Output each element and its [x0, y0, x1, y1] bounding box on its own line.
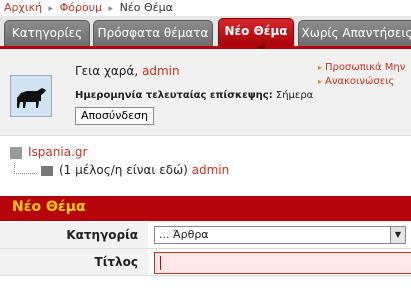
username-link[interactable]: admin	[142, 64, 180, 78]
breadcrumb: Αρχική ▸ Φόρουμ ▸ Νέο Θέμα	[4, 0, 173, 16]
category-select[interactable]: ... Άρθρα ▼	[154, 226, 406, 244]
category-row: Κατηγορία ... Άρθρα ▼	[0, 222, 411, 249]
user-panel: Γεια χαρά, admin Ημερομηνία τελευταίας ε…	[0, 49, 411, 136]
site-icon	[10, 146, 22, 159]
breadcrumb-home-link[interactable]: Αρχική	[4, 1, 42, 14]
tab-categories[interactable]: Κατηγορίες	[4, 20, 90, 46]
greeting: Γεια χαρά, admin	[75, 64, 180, 78]
title-input[interactable]	[154, 252, 411, 274]
category-selected-value: ... Άρθρα	[159, 228, 209, 241]
tab-unanswered[interactable]: Χωρίς Απαντήσεις	[298, 20, 411, 46]
online-member-link[interactable]: admin	[192, 163, 230, 177]
category-label: Κατηγορία	[0, 222, 148, 248]
online-site: Ispania.gr	[10, 145, 87, 159]
section-title: Νέο Θέμα	[12, 199, 86, 215]
title-label: Τίτλος	[0, 249, 148, 275]
expand-icon	[41, 165, 53, 176]
user-links: ▸ Προσωπικά Μην ▸ Ανακοινώσεις	[318, 61, 405, 89]
breadcrumb-current: Νέο Θέμα	[119, 1, 173, 14]
site-link[interactable]: Ispania.gr	[28, 145, 87, 159]
private-messages-link[interactable]: Προσωπικά Μην	[325, 62, 405, 73]
title-row: Τίτλος	[0, 249, 411, 276]
arrow-icon: ▸	[318, 63, 323, 72]
tab-recent-topics[interactable]: Πρόσφατα θέματα	[93, 20, 213, 46]
breadcrumb-forum-link[interactable]: Φόρουμ	[60, 1, 102, 14]
last-visit: Ημερομηνία τελευταίας επίσκεψης: Σήμερα	[75, 90, 313, 101]
last-visit-label: Ημερομηνία τελευταίας επίσκεψης:	[75, 90, 273, 101]
section-header: Νέο Θέμα	[0, 196, 411, 221]
announcements-link[interactable]: Ανακοινώσεις	[325, 76, 394, 87]
breadcrumb-separator-icon: ▸	[108, 4, 114, 14]
breadcrumb-separator-icon: ▸	[48, 4, 54, 14]
text-caret	[160, 256, 161, 270]
online-members: (1 μέλος/η είναι εδώ) admin	[14, 163, 229, 177]
greeting-text: Γεια χαρά,	[75, 64, 139, 78]
avatar	[10, 75, 52, 117]
logout-button[interactable]: Αποσύνδεση	[75, 107, 154, 125]
last-visit-value: Σήμερα	[275, 90, 314, 101]
tab-bar: Κατηγορίες Πρόσφατα θέματα Νέο Θέμα Χωρί…	[0, 16, 411, 49]
arrow-icon: ▸	[318, 77, 323, 86]
members-count: (1 μέλος/η είναι εδώ)	[59, 163, 188, 177]
dropdown-arrow-icon[interactable]: ▼	[390, 227, 405, 243]
tree-connector-icon	[14, 163, 37, 174]
